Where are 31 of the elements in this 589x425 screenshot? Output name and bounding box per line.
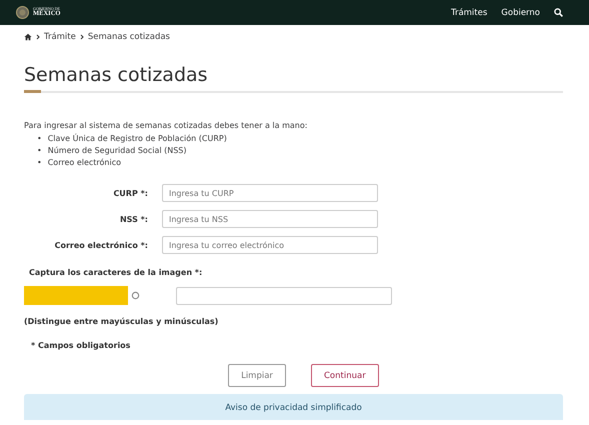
required-note: * Campos obligatorios (31, 341, 132, 350)
requirement-item: Correo electrónico (48, 157, 122, 169)
chevron-icon (35, 34, 41, 40)
input-field[interactable]: Ingresa tu CURP (162, 184, 378, 202)
captcha-label: Captura los caracteres de la imagen *: (29, 268, 204, 277)
field-label: CURP *: (112, 188, 148, 198)
seal-icon (16, 6, 29, 19)
breadcrumb-link[interactable]: Semanas cotizadas (88, 32, 170, 42)
nav-link[interactable]: Gobierno (501, 8, 540, 18)
requirement-item: Número de Seguridad Social (NSS) (48, 145, 186, 157)
captcha-input-field[interactable] (176, 286, 392, 304)
search-icon[interactable] (554, 8, 563, 17)
page-title: Semanas cotizadas (24, 63, 209, 87)
field-label: NSS *: (118, 214, 148, 224)
requirement-item: Clave Única de Registro de Población (CURP) (48, 133, 227, 145)
breadcrumb-link[interactable]: Trámite (44, 32, 76, 42)
captcha-note: (Distingue entre mayúsculas y minúsculas) (24, 317, 220, 326)
input-field[interactable]: Ingresa tu correo electrónico (162, 236, 378, 254)
continue-button[interactable]: Continuar (311, 364, 379, 387)
chevron-icon (78, 34, 85, 40)
home-icon[interactable] (24, 33, 32, 41)
refresh-icon[interactable] (131, 291, 140, 300)
bullet-mark: • (37, 157, 42, 169)
privacy-link[interactable]: Aviso de privacidad simplificado (225, 403, 362, 420)
field-label: Correo electrónico *: (54, 240, 148, 250)
bullet-mark: • (37, 133, 42, 145)
intro-text: Para ingresar al sistema de semanas cotizadas debes tener a la mano: (24, 121, 308, 130)
nav-link[interactable]: Trámites (451, 8, 488, 18)
input-field[interactable]: Ingresa tu NSS (162, 210, 378, 228)
bullet-mark: • (37, 145, 42, 157)
clear-button[interactable]: Limpiar (228, 364, 286, 387)
